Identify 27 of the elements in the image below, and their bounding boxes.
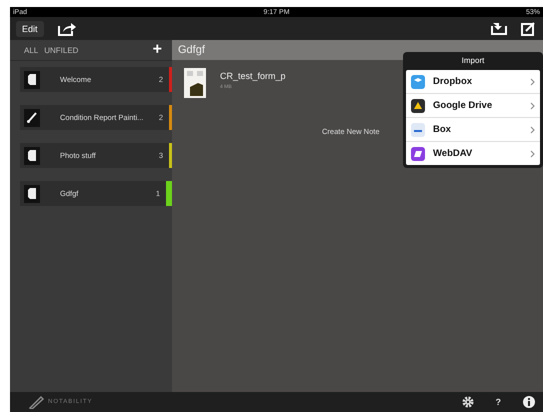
pen-logo-icon [28,395,44,409]
notebook-icon [28,150,36,161]
info-icon[interactable] [523,396,535,408]
share-icon[interactable] [58,22,76,36]
popover-title: Import [460,55,486,67]
chevron-icon [530,102,535,110]
filter-tab[interactable]: ALL [24,46,38,54]
import-service-item[interactable]: Dropbox [406,70,540,94]
import-service-item[interactable]: Box [406,118,540,142]
compose-icon[interactable] [521,22,535,36]
import-service-item[interactable]: WebDAV [406,142,540,165]
chevron-icon [530,78,535,86]
edit-button[interactable]: Edit [16,20,44,36]
import-service-item[interactable]: Google Drive [406,94,540,118]
help-button[interactable]: ? [496,397,501,407]
notebook-icon [28,74,36,85]
folder-title: Gdfgf [178,44,205,56]
add-button[interactable]: + [152,42,162,58]
notebook-icon [28,188,36,199]
import-icon[interactable] [491,22,507,35]
note-thumbnail[interactable] [184,68,206,98]
chevron-icon [530,150,535,158]
brush-icon [27,112,37,123]
settings-icon[interactable] [462,396,474,408]
filter-tab[interactable]: UNFILED [44,46,78,54]
chevron-icon [530,126,535,134]
note-title: CR_test_form_p [220,71,286,81]
